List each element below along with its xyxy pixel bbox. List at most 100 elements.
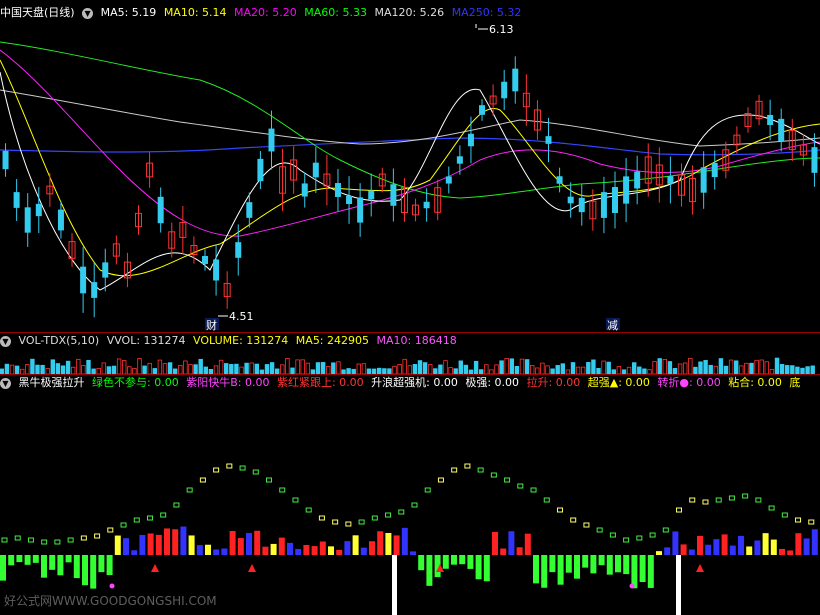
indicator-marker [107,527,114,533]
volume-bar [805,366,810,374]
indicator-marker [530,487,537,493]
volume-bar [749,362,754,374]
histogram-bar [0,555,6,581]
volume-bar [101,362,106,374]
spike-marker [676,555,681,615]
candle [246,202,253,218]
histogram-bar [246,532,252,555]
volume-bar [530,364,535,374]
candle [91,282,98,298]
indicator-marker [451,467,458,473]
indicator-marker [477,467,484,473]
ma10-line [0,59,820,277]
indicator-marker [702,499,709,505]
histogram-bar [615,555,621,573]
histogram-bar [426,555,433,586]
candle [778,118,785,142]
histogram-bar [590,555,597,574]
histogram-bar [729,545,736,555]
histogram-bar [779,548,785,555]
candle [312,162,319,178]
chevron-down-icon[interactable]: ▼ [0,377,11,389]
volume-bar [55,363,61,374]
volume-bar [693,366,698,374]
volume-bar [244,362,249,374]
candle [700,167,707,193]
histogram-bar [139,534,146,555]
candle [301,183,308,197]
histogram-bar [188,535,195,555]
histogram-bar [344,541,351,555]
dot-marker [109,583,115,589]
price-chart[interactable]: 6.13 4.51 财 减 [0,20,820,332]
chevron-down-icon[interactable]: ▼ [82,7,94,19]
candle [612,187,618,213]
low-label: 4.51 [229,310,254,323]
ma250-label: MA250: 5.32 [451,6,522,19]
indicator-marker [292,497,299,503]
histogram-bar [254,530,261,555]
ind-lift: 拉升: 0.00 [526,376,581,389]
volume-bar [667,361,673,374]
indicator-marker [94,533,101,539]
volume-bar [325,366,331,374]
indicator-marker [517,483,524,489]
candle [390,184,397,206]
indicator-marker [715,497,722,503]
histogram-bar [467,555,474,569]
indicator-marker [570,517,577,523]
histogram-bar [336,549,343,555]
histogram-bar [98,555,105,573]
histogram-bar [205,544,211,555]
indicator-marker [543,497,550,503]
volume-bar [540,362,545,374]
volume-bar [183,360,188,374]
histogram-bar [754,540,761,555]
volume-bar [305,362,310,374]
histogram-bar [24,555,31,565]
volume-bar [213,365,219,374]
indicator-marker [504,477,511,483]
volume-bar [356,363,361,374]
histogram-bar [664,547,671,555]
histogram-bar [418,555,425,571]
volume-bar [417,360,423,374]
vvol-label: VVOL: 131274 [106,334,186,347]
indicator-chart[interactable] [0,390,820,615]
histogram-bar [631,555,638,589]
histogram-bar [8,555,15,566]
indicator-marker [755,497,762,503]
histogram-bar [582,555,589,568]
ind-strong: 极强: 0.00 [465,376,520,389]
volume-bar [65,360,71,374]
volume-bar [662,359,667,374]
volume-bar [427,364,433,374]
ind-bottom: 底 [789,376,801,389]
high-label: 6.13 [489,23,514,36]
volume-chart[interactable] [0,348,820,374]
candle [235,242,242,258]
histogram-bar [697,535,703,555]
volume-bar [504,358,509,374]
histogram-bar [369,541,375,555]
volume-header: ▼ VOL-TDX(5,10) VVOL: 131274 VOLUME: 131… [0,334,820,348]
volume-bar [71,366,76,374]
histogram-bar [565,555,572,573]
histogram-bar [574,555,580,579]
histogram-bar [393,535,400,555]
volume-bar [484,364,489,374]
ind-wave: 升浪超强机: 0.00 [371,376,458,389]
indicator-marker [583,522,590,528]
candle [467,133,474,147]
histogram-bar [746,546,753,555]
candle [600,192,607,218]
histogram-bar [147,533,154,555]
ma60-line [0,41,820,199]
chevron-down-icon[interactable]: ▼ [0,335,11,347]
indicator-marker [199,477,206,483]
indicator-marker [464,463,471,469]
histogram-bar [237,538,244,555]
volume-bar [218,359,224,374]
volume-bar [728,359,734,374]
volume-bar [723,365,729,374]
